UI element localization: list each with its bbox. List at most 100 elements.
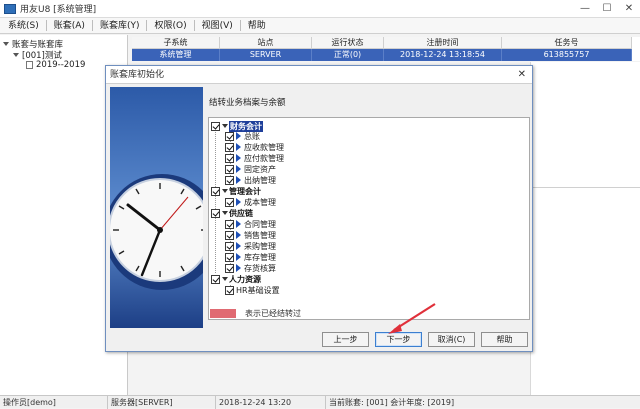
checkbox[interactable]: [225, 175, 234, 185]
checkbox[interactable]: [225, 164, 234, 174]
menu-account[interactable]: 账套(A): [48, 18, 91, 34]
window-controls: — ☐ ✕: [574, 0, 640, 18]
checkbox[interactable]: [225, 263, 234, 273]
module-item[interactable]: 应收款管理: [225, 142, 284, 152]
module-label: 销售管理: [244, 230, 276, 240]
checkbox[interactable]: [225, 241, 234, 251]
column-header[interactable]: 站点: [220, 37, 312, 49]
checkbox[interactable]: [225, 153, 234, 163]
window-title: 用友U8 [系统管理]: [20, 5, 97, 15]
menu-permission[interactable]: 权限(O): [148, 18, 192, 34]
menu-help[interactable]: 帮助: [242, 18, 272, 34]
tree-connector: [215, 126, 216, 273]
module-item[interactable]: 存货核算: [225, 263, 276, 273]
play-icon: [236, 198, 241, 206]
module-label: 固定资产: [244, 164, 276, 174]
module-label: 存货核算: [244, 263, 276, 273]
table-cell: 正常(0): [312, 49, 384, 61]
checkbox[interactable]: [225, 219, 234, 229]
document-icon: [26, 61, 33, 69]
checkbox[interactable]: [211, 208, 220, 218]
expand-icon[interactable]: [222, 124, 228, 128]
group-label: 管理会计: [229, 186, 261, 196]
table-cell: 2018-12-24 13:18:54: [384, 49, 502, 61]
checkbox[interactable]: [211, 274, 220, 284]
module-item[interactable]: 出纳管理: [225, 175, 276, 185]
module-item[interactable]: 总账: [225, 131, 260, 141]
column-header[interactable]: 子系统: [132, 37, 220, 49]
expand-icon[interactable]: [222, 277, 228, 281]
menu-separator: [193, 20, 195, 31]
menu-separator: [91, 20, 93, 31]
play-icon: [236, 143, 241, 151]
expand-icon[interactable]: [3, 42, 9, 46]
table-cell: SERVER: [220, 49, 312, 61]
module-label: 成本管理: [244, 197, 276, 207]
column-header[interactable]: 任务号: [502, 37, 632, 49]
close-button[interactable]: ✕: [618, 0, 640, 18]
group-hr[interactable]: 人力资源: [211, 274, 261, 284]
legend-text: 表示已经结转过: [245, 309, 301, 318]
play-icon: [236, 264, 241, 272]
module-label: HR基础设置: [236, 285, 280, 295]
module-item[interactable]: 应付款管理: [225, 153, 284, 163]
checkbox[interactable]: [211, 186, 220, 196]
module-label: 出纳管理: [244, 175, 276, 185]
checkbox[interactable]: [225, 131, 234, 141]
play-icon: [236, 253, 241, 261]
checkbox[interactable]: [225, 285, 234, 295]
checkbox[interactable]: [225, 252, 234, 262]
tree-item-label: 2019--2019: [36, 60, 86, 70]
status-bar: 操作员[demo] 服务器[SERVER] 2018-12-24 13:20 当…: [0, 395, 640, 409]
module-item[interactable]: 固定资产: [225, 164, 276, 174]
init-dialog: 账套库初始化 ✕ 结转业务档案与余额 财务会计 总账 应收款管理 应付款管理 固…: [105, 65, 533, 352]
group-financial[interactable]: 财务会计: [211, 120, 263, 132]
table-cell: 系统管理: [132, 49, 220, 61]
dialog-title-bar: 账套库初始化 ✕: [106, 66, 532, 84]
module-tree: 财务会计 总账 应收款管理 应付款管理 固定资产 出纳管理 管理会计 成本管理 …: [208, 117, 530, 320]
prev-button[interactable]: 上一步: [322, 332, 369, 347]
menu-bar: 系统(S) 账套(A) 账套库(Y) 权限(O) 视图(V) 帮助: [0, 18, 640, 34]
checkbox[interactable]: [225, 142, 234, 152]
group-management[interactable]: 管理会计: [211, 186, 261, 196]
expand-icon[interactable]: [222, 189, 228, 193]
module-label: 库存管理: [244, 252, 276, 262]
minimize-button[interactable]: —: [574, 0, 596, 18]
module-label: 应付款管理: [244, 153, 284, 163]
dialog-close-button[interactable]: ✕: [518, 66, 526, 84]
module-item[interactable]: 销售管理: [225, 230, 276, 240]
menu-separator: [45, 20, 47, 31]
group-supply-chain[interactable]: 供应链: [211, 208, 253, 218]
status-datetime: 2018-12-24 13:20: [216, 396, 326, 409]
module-label: 合同管理: [244, 219, 276, 229]
dialog-title: 账套库初始化: [110, 70, 165, 80]
play-icon: [236, 154, 241, 162]
help-button[interactable]: 帮助: [481, 332, 528, 347]
detail-pane: [530, 62, 640, 395]
status-current-account: 当前账套: [001] 会计年度: [2019]: [329, 398, 455, 407]
menu-account-library[interactable]: 账套库(Y): [94, 18, 146, 34]
checkbox[interactable]: [211, 121, 220, 131]
module-item[interactable]: HR基础设置: [225, 285, 280, 295]
menu-system[interactable]: 系统(S): [2, 18, 45, 34]
column-header[interactable]: 运行状态: [312, 37, 384, 49]
module-item[interactable]: 采购管理: [225, 241, 276, 251]
menu-separator: [146, 20, 148, 31]
column-header[interactable]: 注册时间: [384, 37, 502, 49]
maximize-button[interactable]: ☐: [596, 0, 618, 18]
status-operator: 操作员[demo]: [0, 396, 108, 409]
module-item[interactable]: 成本管理: [225, 197, 276, 207]
table-row[interactable]: 系统管理 SERVER 正常(0) 2018-12-24 13:18:54 61…: [132, 49, 632, 61]
tree-item-year[interactable]: 2019--2019: [26, 60, 85, 70]
module-item[interactable]: 合同管理: [225, 219, 276, 229]
expand-icon[interactable]: [13, 53, 19, 57]
checkbox[interactable]: [225, 197, 234, 207]
module-label: 应收款管理: [244, 142, 284, 152]
module-item[interactable]: 库存管理: [225, 252, 276, 262]
menu-view[interactable]: 视图(V): [196, 18, 239, 34]
expand-icon[interactable]: [222, 211, 228, 215]
group-label: 人力资源: [229, 274, 261, 284]
status-server: 服务器[SERVER]: [108, 396, 216, 409]
checkbox[interactable]: [225, 230, 234, 240]
clock-icon: [110, 87, 203, 328]
